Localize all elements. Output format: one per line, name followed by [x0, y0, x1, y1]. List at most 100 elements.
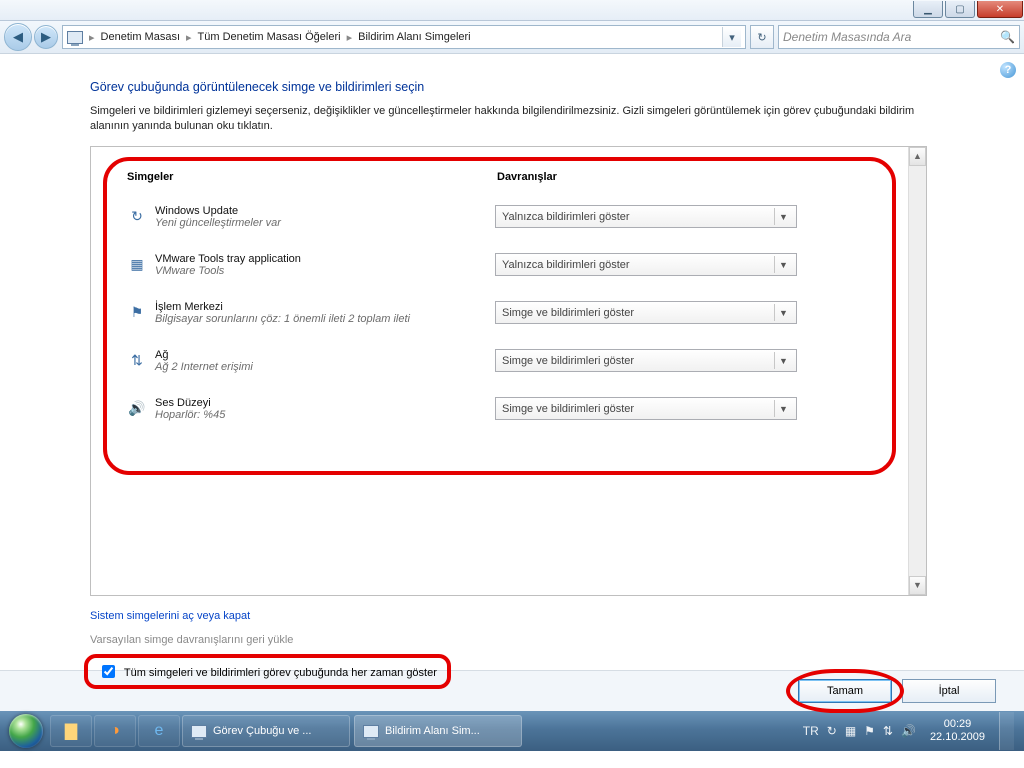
page-description: Simgeleri ve bildirimleri gizlemeyi seçe… — [90, 104, 930, 134]
show-desktop-button[interactable] — [999, 712, 1014, 750]
row-subtitle: Yeni güncelleştirmeler var — [155, 217, 495, 229]
page-title: Görev çubuğunda görüntülenecek simge ve … — [90, 80, 996, 94]
row-title: Ağ — [155, 349, 495, 361]
chevron-right-icon: ▸ — [89, 31, 95, 44]
tray-vmware-icon[interactable]: ▦ — [845, 724, 856, 738]
chevron-down-icon: ▼ — [774, 256, 792, 273]
media-player-taskbar-icon[interactable]: ◑ — [94, 715, 136, 747]
taskbar-task-label: Bildirim Alanı Sim... — [385, 725, 480, 737]
always-show-checkbox-row: Tüm simgeleri ve bildirimleri görev çubu… — [90, 658, 445, 685]
search-icon[interactable]: 🔍 — [1000, 30, 1015, 44]
tray-language[interactable]: TR — [803, 724, 819, 738]
row-icon: ▦ — [127, 256, 147, 273]
taskbar-task[interactable]: Görev Çubuğu ve ... — [182, 715, 350, 747]
column-headers: Simgeler Davranışlar — [91, 147, 926, 183]
clock[interactable]: 00:29 22.10.2009 — [930, 718, 985, 743]
breadcrumb-item[interactable]: Tüm Denetim Masası Öğeleri — [198, 31, 341, 43]
dropdown-value: Yalnızca bildirimleri göster — [502, 259, 630, 271]
ok-button-highlight: Tamam — [798, 679, 892, 703]
row-title: İşlem Merkezi — [155, 301, 495, 313]
col-behaviors-header: Davranışlar — [497, 171, 557, 183]
start-button[interactable] — [6, 711, 46, 751]
scroll-up-icon[interactable]: ▲ — [909, 147, 926, 166]
row-subtitle: Ağ 2 Internet erişimi — [155, 361, 495, 373]
row-subtitle: Bilgisayar sorunlarını çöz: 1 önemli ile… — [155, 313, 495, 325]
chevron-right-icon: ▸ — [186, 31, 192, 44]
behavior-dropdown[interactable]: Yalnızca bildirimleri göster ▼ — [495, 253, 797, 276]
row-text: Ses DüzeyiHoparlör: %45 — [155, 397, 495, 421]
chevron-down-icon: ▼ — [774, 352, 792, 369]
system-icons-link[interactable]: Sistem simgelerini aç veya kapat — [90, 610, 250, 622]
search-placeholder: Denetim Masasında Ara — [783, 30, 911, 44]
system-tray: TR ↻ ▦ ⚑ ⇅ 🔊 00:29 22.10.2009 — [803, 712, 1018, 750]
row-text: Windows UpdateYeni güncelleştirmeler var — [155, 205, 495, 229]
tray-action-center-icon[interactable]: ⚑ — [864, 724, 875, 738]
chevron-down-icon: ▼ — [774, 208, 792, 225]
chevron-down-icon: ▼ — [774, 304, 792, 321]
search-input[interactable]: Denetim Masasında Ara 🔍 — [778, 25, 1020, 49]
clock-date: 22.10.2009 — [930, 731, 985, 744]
control-panel-icon — [67, 31, 83, 44]
window-icon — [363, 725, 379, 738]
icons-list-frame: Simgeler Davranışlar ↻ Windows UpdateYeni… — [90, 146, 927, 596]
breadcrumb-item[interactable]: Denetim Masası — [101, 31, 180, 43]
taskbar-task-active[interactable]: Bildirim Alanı Sim... — [354, 715, 522, 747]
windows-orb-icon — [9, 714, 43, 748]
window-titlebar: ▁ ▢ ✕ — [0, 0, 1024, 21]
row-subtitle: Hoparlör: %45 — [155, 409, 495, 421]
tray-update-icon[interactable]: ↻ — [827, 724, 837, 738]
help-icon[interactable]: ? — [1000, 62, 1016, 78]
taskbar: ▇ ◑ e Görev Çubuğu ve ... Bildirim Alanı… — [0, 711, 1024, 751]
icon-row: 🔊Ses DüzeyiHoparlör: %45Simge ve bildiri… — [127, 385, 890, 433]
dropdown-value: Simge ve bildirimleri göster — [502, 403, 634, 415]
icon-row: ↻ Windows UpdateYeni güncelleştirmeler va… — [127, 193, 890, 241]
row-icon: 🔊 — [127, 400, 147, 417]
behavior-dropdown[interactable]: Simge ve bildirimleri göster ▼ — [495, 349, 797, 372]
row-text: VMware Tools tray applicationVMware Tool… — [155, 253, 495, 277]
col-icons-header: Simgeler — [127, 171, 497, 183]
breadcrumb-dropdown[interactable]: ▾ — [722, 27, 741, 47]
row-text: AğAğ 2 Internet erişimi — [155, 349, 495, 373]
scroll-down-icon[interactable]: ▼ — [909, 576, 926, 595]
row-title: Windows Update — [155, 205, 495, 217]
ie-taskbar-icon[interactable]: e — [138, 715, 180, 747]
breadcrumb[interactable]: ▸ Denetim Masası ▸ Tüm Denetim Masası Öğ… — [62, 25, 746, 49]
minimize-button[interactable]: ▁ — [913, 1, 943, 18]
row-icon: ⇅ — [127, 352, 147, 369]
row-title: VMware Tools tray application — [155, 253, 495, 265]
behavior-dropdown[interactable]: Yalnızca bildirimleri göster ▼ — [495, 205, 797, 228]
row-title: Ses Düzeyi — [155, 397, 495, 409]
behavior-dropdown[interactable]: Simge ve bildirimleri göster ▼ — [495, 397, 797, 420]
icon-row: ⇅AğAğ 2 Internet erişimiSimge ve bildiri… — [127, 337, 890, 385]
behavior-dropdown[interactable]: Simge ve bildirimleri göster ▼ — [495, 301, 797, 324]
maximize-button[interactable]: ▢ — [945, 1, 975, 18]
close-button[interactable]: ✕ — [977, 1, 1023, 18]
row-subtitle: VMware Tools — [155, 265, 495, 277]
chevron-down-icon: ▼ — [774, 400, 792, 417]
annotation-highlight — [786, 669, 904, 713]
refresh-button[interactable]: ↻ — [750, 25, 774, 49]
explorer-taskbar-icon[interactable]: ▇ — [50, 715, 92, 747]
restore-defaults-link[interactable]: Varsayılan simge davranışlarını geri yük… — [90, 634, 996, 646]
back-button[interactable]: ◀ — [4, 23, 32, 51]
address-bar: ◀ ▶ ▸ Denetim Masası ▸ Tüm Denetim Masas… — [0, 21, 1024, 54]
breadcrumb-item[interactable]: Bildirim Alanı Simgeleri — [358, 31, 470, 43]
tray-volume-icon[interactable]: 🔊 — [901, 724, 916, 738]
dropdown-value: Simge ve bildirimleri göster — [502, 355, 634, 367]
row-icon: ⚑ — [127, 304, 147, 321]
scrollbar[interactable]: ▲ ▼ — [908, 147, 926, 595]
window-icon — [191, 725, 207, 738]
clock-time: 00:29 — [930, 718, 985, 731]
row-icon: ↻ — [127, 208, 147, 225]
forward-button[interactable]: ▶ — [34, 25, 58, 49]
tray-network-icon[interactable]: ⇅ — [883, 724, 893, 738]
icon-row: ▦ VMware Tools tray applicationVMware Too… — [127, 241, 890, 289]
annotation-highlight — [84, 654, 451, 689]
row-text: İşlem MerkeziBilgisayar sorunlarını çöz:… — [155, 301, 495, 325]
icons-rows: ↻ Windows UpdateYeni güncelleştirmeler va… — [91, 183, 926, 433]
content-area: ? Görev çubuğunda görüntülenecek simge v… — [0, 54, 1024, 670]
chevron-right-icon: ▸ — [347, 31, 353, 44]
dropdown-value: Simge ve bildirimleri göster — [502, 307, 634, 319]
taskbar-task-label: Görev Çubuğu ve ... — [213, 725, 311, 737]
dropdown-value: Yalnızca bildirimleri göster — [502, 211, 630, 223]
